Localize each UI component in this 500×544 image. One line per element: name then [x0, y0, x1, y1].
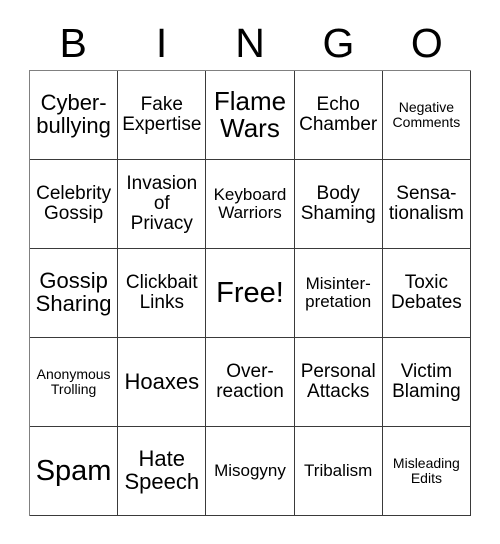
bingo-cell[interactable]: Gossip Sharing [30, 249, 119, 338]
bingo-cell-label: Misinter-pretation [305, 274, 372, 311]
bingo-cell[interactable]: Fake Expertise [118, 71, 207, 160]
bingo-cell[interactable]: Body Shaming [294, 160, 383, 249]
bingo-header-letter-2: I [155, 20, 168, 66]
bingo-cell-label: Misogyny [214, 461, 286, 481]
bingo-cell-label: Celebrity Gossip [36, 183, 112, 224]
bingo-cell[interactable]: Toxic Debates [382, 249, 471, 338]
bingo-cell-label: Flame Wars [213, 85, 287, 143]
bingo-cell-label: Invasion of Privacy [126, 173, 198, 234]
bingo-header-row: BINGO [29, 17, 471, 70]
bingo-cell-label: Body Shaming [300, 183, 376, 224]
bingo-card: B I N G O Cyber-bullying Fake Expertise Flame Wa… [0, 0, 500, 544]
bingo-cell[interactable]: Hoaxes [118, 338, 207, 427]
bingo-cell[interactable]: Spam [30, 427, 119, 516]
bingo-cell[interactable]: Personal Attacks [294, 338, 383, 427]
bingo-header-letter-3: N [235, 20, 265, 66]
bingo-cell[interactable]: Tribalism [294, 427, 383, 516]
bingo-cell[interactable]: Misleading Edits [382, 427, 471, 516]
bingo-cell-free-space[interactable]: Free! [206, 249, 295, 338]
bingo-cell-label: Spam [35, 454, 112, 487]
bingo-cell[interactable]: Hate Speech [118, 427, 207, 516]
bingo-cell-label: Sensa-tionalism [388, 183, 464, 224]
bingo-cell[interactable]: Over-reaction [206, 338, 295, 427]
bingo-cell-label: Fake Expertise [122, 94, 202, 135]
bingo-cell-label: Over-reaction [216, 361, 284, 402]
bingo-cell-label: Misleading Edits [392, 455, 460, 486]
bingo-cell-label: Anonymous Trolling [36, 366, 111, 397]
bingo-cell-label: Cyber-bullying [36, 90, 111, 138]
bingo-header-letter-5: O [410, 20, 443, 66]
bingo-cell[interactable]: Victim Blaming [382, 338, 471, 427]
bingo-header-letter-1: B [59, 20, 87, 66]
bingo-cell-label: Victim Blaming [392, 361, 461, 402]
bingo-cell-label: Keyboard Warriors [213, 185, 287, 222]
bingo-cell-label: Toxic Debates [391, 272, 462, 313]
bingo-cell[interactable]: Keyboard Warriors [206, 160, 295, 249]
bingo-cell[interactable]: Sensa-tionalism [382, 160, 471, 249]
bingo-cell[interactable]: Celebrity Gossip [30, 160, 119, 249]
bingo-cell-label: Negative Comments [392, 99, 461, 130]
bingo-grid: Cyber-bullying Fake Expertise Flame Wars Echo… [29, 70, 471, 516]
bingo-cell[interactable]: Misinter-pretation [294, 249, 383, 338]
bingo-cell[interactable]: Anonymous Trolling [30, 338, 119, 427]
bingo-cell-label: Gossip Sharing [35, 268, 112, 316]
bingo-cell-label: Tribalism [304, 461, 373, 481]
bingo-cell[interactable]: Clickbait Links [118, 249, 207, 338]
bingo-cell-label: Personal Attacks [300, 361, 376, 402]
bingo-cell[interactable]: Flame Wars [206, 71, 295, 160]
bingo-cell-label: Free! [216, 276, 284, 309]
bingo-cell[interactable]: Invasion of Privacy [118, 160, 207, 249]
bingo-cell-label: Hoaxes [124, 368, 200, 394]
bingo-cell-label: Echo Chamber [299, 94, 378, 135]
bingo-cell-label: Clickbait Links [125, 272, 198, 313]
bingo-header-letter-4: G [322, 20, 355, 66]
bingo-cell[interactable]: Cyber-bullying [30, 71, 119, 160]
bingo-cell[interactable]: Echo Chamber [294, 71, 383, 160]
bingo-cell[interactable]: Negative Comments [382, 71, 471, 160]
bingo-cell[interactable]: Misogyny [206, 427, 295, 516]
bingo-cell-label: Hate Speech [124, 446, 200, 494]
